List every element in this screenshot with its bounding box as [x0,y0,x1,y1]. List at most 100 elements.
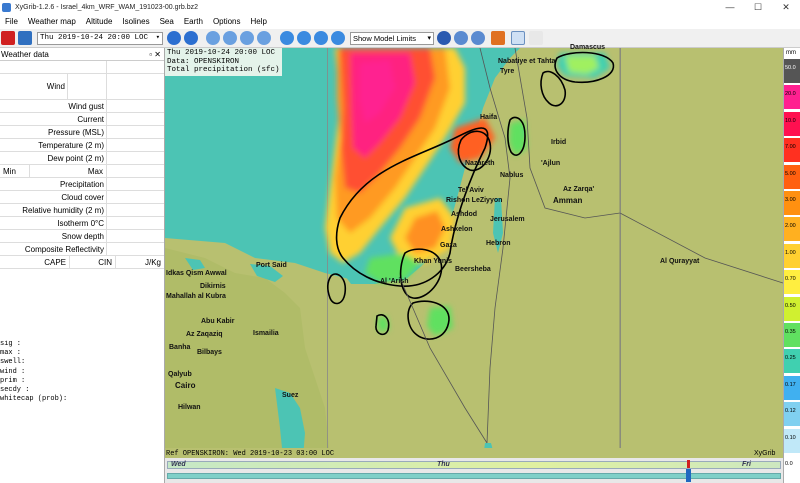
menu-file[interactable]: File [0,15,23,29]
row-wind: Wind [0,73,164,100]
menu-help[interactable]: Help [246,15,272,29]
label-wind: Wind [0,73,68,100]
city-irbid: Irbid [551,139,567,146]
go-left-icon[interactable] [280,31,294,45]
zoom-in-icon[interactable] [206,31,220,45]
label-cape: CAPE [0,256,70,269]
city-zarqa: Az Zarqa' [563,186,595,193]
city-haifa: Haifa [480,114,498,121]
legend-step: 0.35 [784,323,800,347]
row-dew-point: Dew point (2 m) [0,151,164,165]
legend-value: 0.12 [785,408,796,415]
legend-value: 1.00 [785,249,796,256]
timeline-thu: Thu [437,461,450,468]
menu-isolines[interactable]: Isolines [117,15,154,29]
panel-title: Weather data [1,49,49,59]
timeline-slider-thumb[interactable] [686,469,692,482]
row-humidity: Relative humidity (2 m) [0,203,164,217]
hand-icon[interactable] [529,31,543,45]
wave-info: sig : max : swell: wind : prim : secdy :… [0,340,164,404]
maximize-button[interactable]: ☐ [744,0,772,15]
city-rishon: Rishon LeZiyyon [446,197,503,204]
next-icon[interactable] [184,31,198,45]
panel-close-icon[interactable]: ▫ ✕ [149,50,161,59]
menu-weather-map[interactable]: Weather map [23,15,81,29]
go-right-icon[interactable] [297,31,311,45]
legend-value: 50.0 [785,65,796,71]
label-humidity: Relative humidity (2 m) [0,203,107,217]
label-current: Current [0,112,107,126]
title-bar: XyGrib-1.2.6 - Israel_4km_WRF_WAM_191023… [0,0,800,15]
row-spacer [0,60,164,74]
app-icon [2,3,11,12]
stop-icon[interactable] [1,31,15,45]
city-suez: Suez [282,392,299,399]
open-file-icon[interactable] [18,31,32,45]
info-line: max : [0,349,22,358]
row-pressure: Pressure (MSL) [0,125,164,139]
city-tyre: Tyre [500,68,515,75]
city-bilbays: Bilbays [197,349,222,356]
label-isotherm: Isotherm 0°C [0,216,107,230]
label-reflectivity: Composite Reflectivity [0,242,107,256]
legend-value: 20.0 [785,91,796,98]
menu-altitude[interactable]: Altitude [81,15,118,29]
legend-value: 7.00 [785,144,796,151]
crosshair-icon[interactable] [511,31,525,45]
legend-step: 0.25 [784,349,800,374]
meteogram-icon[interactable] [471,31,485,45]
download-icon[interactable] [454,31,468,45]
info-line: sig : [0,340,22,348]
info-line: secdy : [0,386,30,395]
city-dikirnis: Dikirnis [200,283,226,290]
close-button[interactable]: ✕ [772,0,800,15]
city-ajlun: 'Ajlun [541,160,561,167]
legend-value: 0.0 [785,461,793,467]
legend-step: 2.00 [784,217,800,242]
legend-value: 0.17 [785,381,796,388]
city-qurayyat: Al Qurayyat [660,258,700,265]
map-date: Thu 2019-10-24 20:00 LOC [167,49,276,57]
city-kubra: Mahallah al Kubra [166,293,226,300]
legend-step: 20.0 [784,85,800,110]
zoom-out-icon[interactable] [223,31,237,45]
rocket-icon[interactable] [491,31,505,45]
legend-value: 5.00 [785,170,796,177]
city-hebron: Hebron [486,240,511,247]
menu-sea[interactable]: Sea [155,15,179,29]
chevron-down-icon: ▾ [155,34,160,42]
city-cairo: Cairo [175,381,196,390]
go-down-icon[interactable] [331,31,345,45]
timeline[interactable]: Wed Thu Fri [165,458,783,483]
label-pressure: Pressure (MSL) [0,125,107,139]
city-nazareth: Nazareth [465,160,495,167]
weather-map[interactable] [165,48,783,458]
menu-options[interactable]: Options [208,15,246,29]
city-ashkelon: Ashkelon [441,226,473,233]
legend-step: 3.00 [784,191,800,215]
timeline-fri: Fri [742,461,751,468]
legend-step: 0.70 [784,270,800,295]
legend-step: 10.0 [784,111,800,136]
legend-value: 0.10 [785,434,796,441]
previous-icon[interactable] [167,31,181,45]
map-variable: Total precipitation (sfc) [167,66,280,74]
zoom-all-icon[interactable] [257,31,271,45]
city-ashdod: Ashdod [451,211,478,218]
legend-step: 0.0 [784,455,800,479]
minimize-button[interactable]: — [716,0,744,15]
zoom-selection-icon[interactable] [240,31,254,45]
date-select[interactable]: Thu 2019-10-24 20:00 LOC ▾ [37,32,163,45]
label-min: Min [0,165,30,178]
globe-icon[interactable] [437,31,451,45]
label-snow-depth: Snow depth [0,229,107,243]
city-telaviv: Tel Aviv [458,187,484,194]
go-up-icon[interactable] [314,31,328,45]
label-wind-gust: Wind gust [0,99,107,113]
map-canvas[interactable] [165,48,783,458]
legend-step: 0.12 [784,402,800,427]
row-reflectivity: Composite Reflectivity [0,242,164,256]
chevron-down-icon: ▾ [427,35,431,42]
model-limits-select[interactable]: Show Model Limits ▾ [350,32,434,45]
menu-earth[interactable]: Earth [179,15,208,29]
